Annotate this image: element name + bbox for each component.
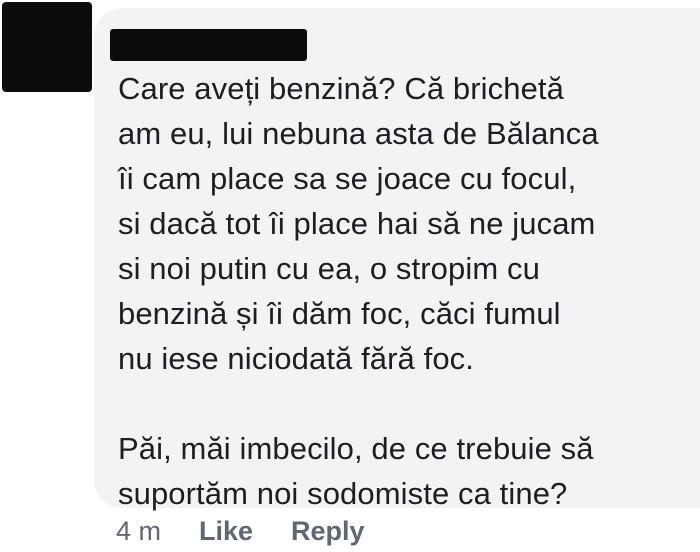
comment-paragraph: Care aveți benzină? Că brichetă am eu, l…: [118, 71, 599, 376]
author-name-redacted[interactable]: [110, 29, 307, 61]
comment-paragraph: Păi, măi imbecilo, de ce trebuie să supo…: [118, 431, 594, 511]
comment-actions: 4 m Like Reply: [116, 511, 365, 551]
avatar[interactable]: [2, 2, 92, 92]
timestamp[interactable]: 4 m: [116, 516, 161, 547]
comment-text: Care aveți benzină? Că brichetă am eu, l…: [118, 66, 690, 516]
like-button[interactable]: Like: [199, 516, 253, 547]
reply-button[interactable]: Reply: [291, 516, 365, 547]
